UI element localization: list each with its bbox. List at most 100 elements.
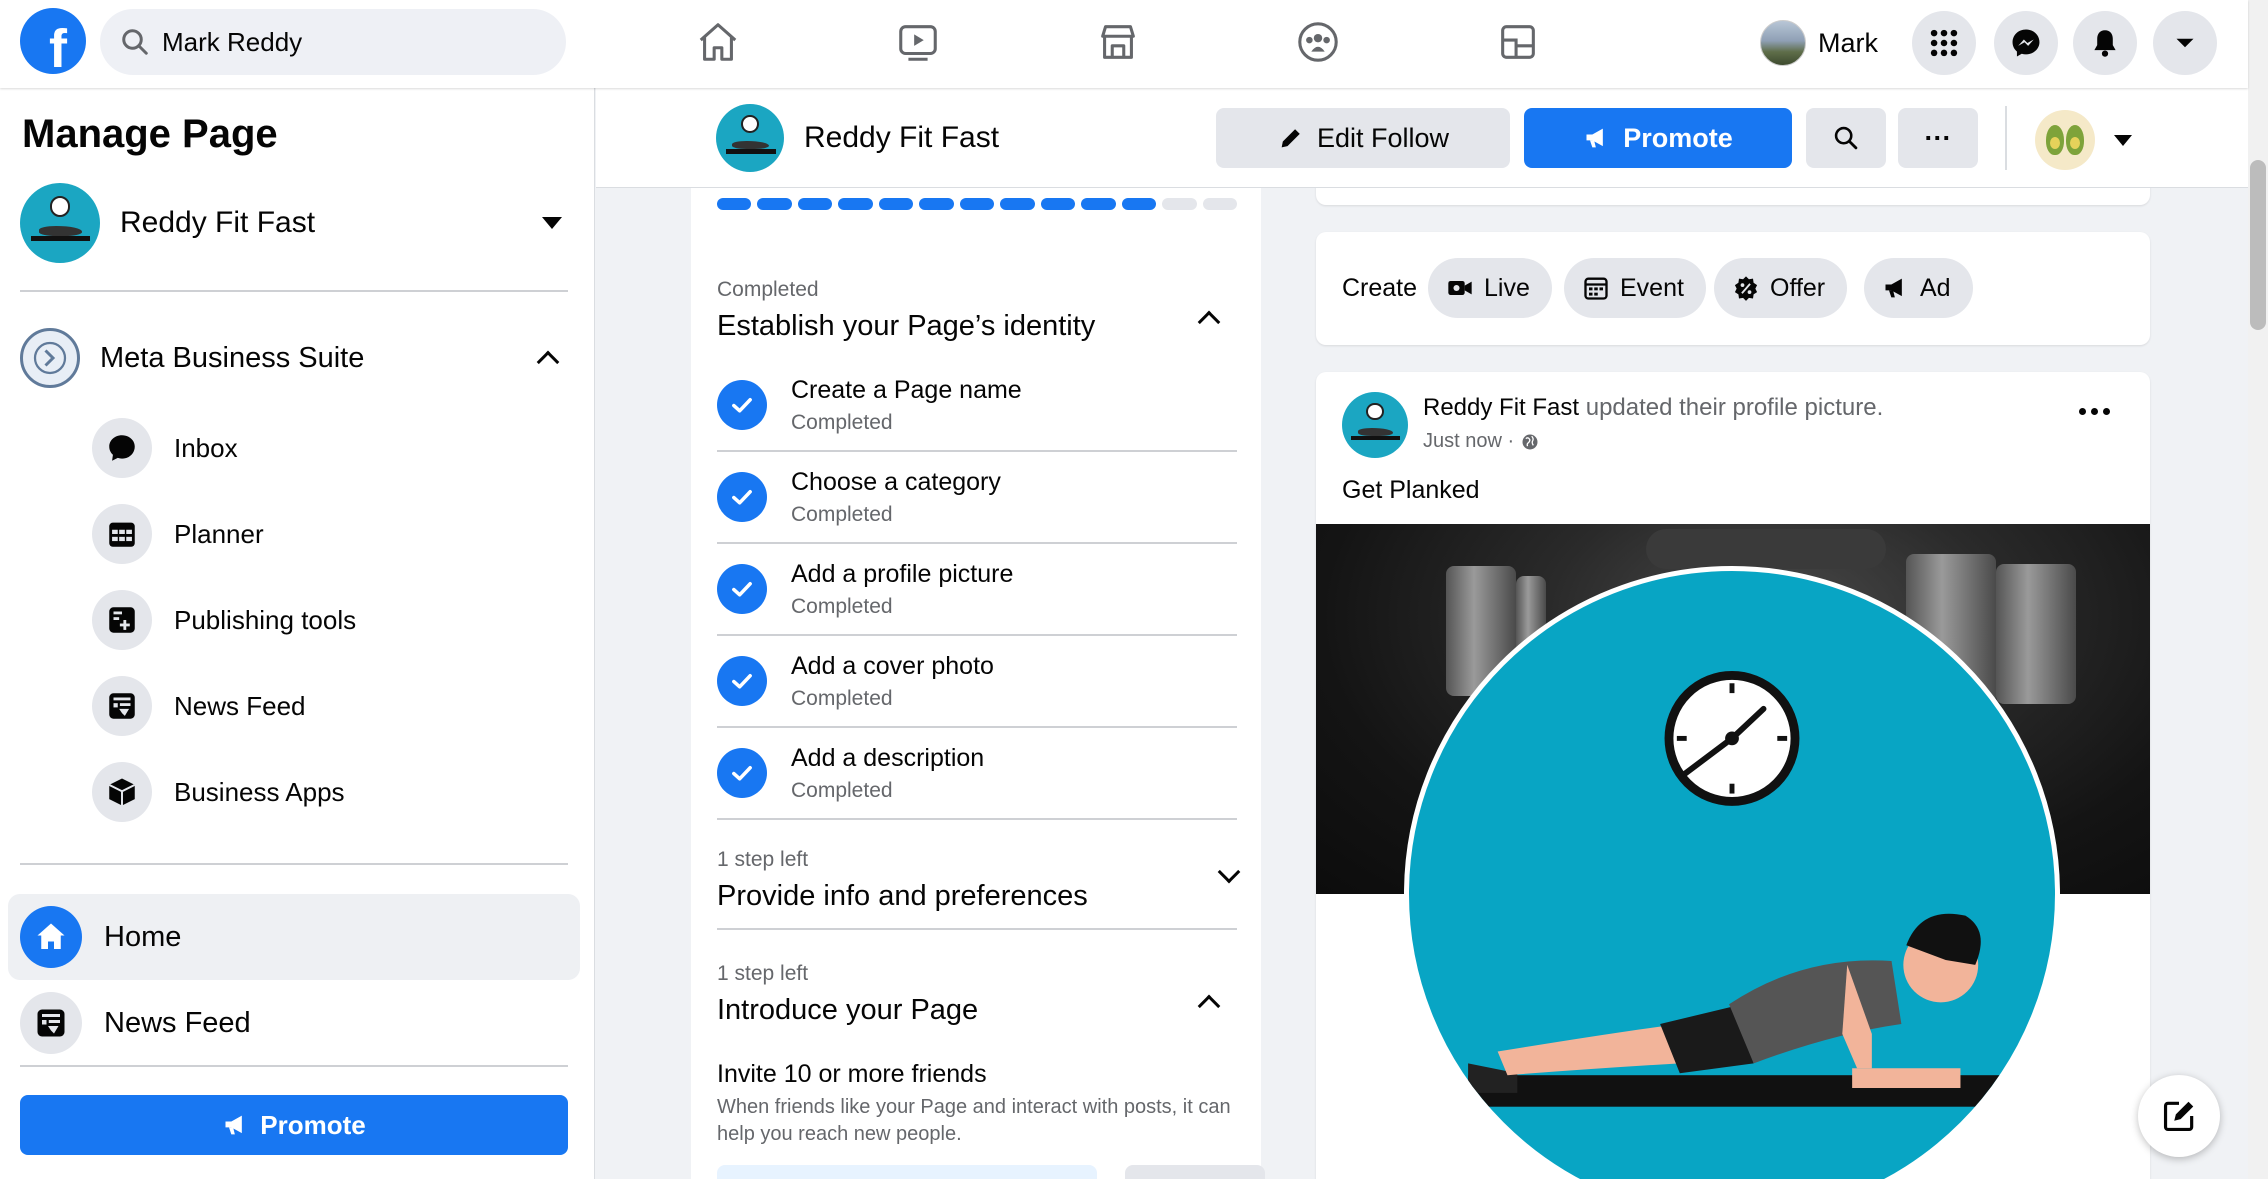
post-image[interactable] [1316, 524, 2150, 1179]
header-page-name: Reddy Fit Fast [804, 121, 1000, 154]
search-box[interactable] [100, 9, 566, 75]
page-search-button[interactable] [1806, 108, 1886, 168]
chat-bubble-icon [92, 418, 152, 478]
nav-home[interactable] [688, 14, 748, 70]
page-avatar [716, 104, 784, 172]
sidebar-item-inbox[interactable]: Inbox [92, 413, 562, 483]
progress-segment [1040, 198, 1076, 210]
divider [20, 290, 568, 292]
create-ad-button[interactable]: Ad [1864, 258, 1973, 318]
progress-segment [1121, 198, 1157, 210]
section-introduce-page[interactable]: 1 step left Introduce your Page [717, 962, 1257, 1027]
nav-groups[interactable] [1288, 14, 1348, 70]
checkmark-icon [717, 380, 767, 430]
sidebar-item-home[interactable]: Home [8, 894, 580, 980]
pill-label: Event [1620, 273, 1684, 302]
create-offer-button[interactable]: Offer [1714, 258, 1848, 318]
divider [20, 863, 568, 865]
section-title: Introduce your Page [717, 994, 979, 1026]
news-feed-icon [92, 676, 152, 736]
home-icon [699, 23, 737, 61]
sidebar-item-label: Inbox [174, 432, 238, 463]
section-establish-identity[interactable]: Completed Establish your Page’s identity [717, 278, 1257, 343]
video-camera-icon [1448, 281, 1472, 295]
marketplace-icon [1101, 25, 1135, 59]
nav-marketplace[interactable] [1088, 14, 1148, 70]
sidebar-item-news-feed[interactable]: News Feed [92, 671, 562, 741]
task-item[interactable]: Choose a category Completed [717, 452, 1237, 544]
page-switcher[interactable]: Reddy Fit Fast [20, 183, 570, 263]
sidebar-item-publishing-tools[interactable]: Publishing tools [92, 585, 562, 655]
megaphone-icon [1586, 128, 1604, 148]
section-provide-info[interactable]: 1 step left Provide info and preferences [717, 848, 1241, 930]
progress-segment [959, 198, 995, 210]
promote-button[interactable]: Promote [1524, 108, 1792, 168]
chevron-up-icon [536, 350, 560, 374]
progress-segment [878, 198, 914, 210]
skip-button[interactable] [1125, 1165, 1265, 1179]
create-event-button[interactable]: Event [1564, 258, 1706, 318]
messenger-button[interactable] [1994, 11, 2058, 75]
post-timestamp[interactable]: Just now · [1423, 430, 1540, 453]
page-setup-checklist: Completed Establish your Page’s identity… [691, 150, 1265, 1179]
nav-watch[interactable] [888, 14, 948, 70]
top-navigation-bar: f Mark [0, 0, 2248, 88]
meta-business-suite-toggle[interactable]: Meta Business Suite [20, 323, 570, 393]
post-author-name[interactable]: Reddy Fit Fast [1423, 394, 1579, 421]
sidebar-promote-button[interactable]: Promote [20, 1095, 568, 1155]
megaphone-icon [225, 1115, 243, 1135]
caret-down-icon [2176, 38, 2194, 48]
post-action: updated their profile picture. [1579, 394, 1884, 421]
progress-segment [838, 198, 873, 210]
promote-label: Promote [1623, 122, 1733, 153]
create-label: Create [1342, 274, 1418, 302]
progress-segment [1162, 198, 1197, 210]
edit-follow-button[interactable]: Edit Follow [1216, 108, 1510, 168]
task-title: Add a cover photo [791, 651, 994, 680]
notifications-button[interactable] [2073, 11, 2137, 75]
plank-illustration [1468, 670, 2000, 1107]
nav-gaming[interactable] [1488, 14, 1548, 70]
publishing-tools-icon [92, 590, 152, 650]
edit-follow-label: Edit Follow [1316, 122, 1450, 153]
compose-message-button[interactable] [2138, 1075, 2220, 1157]
task-item[interactable]: Add a description Completed [717, 728, 1237, 820]
pill-label: Live [1484, 273, 1530, 302]
search-input[interactable] [162, 26, 542, 58]
post-options-icon[interactable] [2079, 408, 2110, 415]
task-item[interactable]: Add a profile picture Completed [717, 544, 1237, 636]
pill-label: Offer [1770, 273, 1826, 302]
task-item[interactable]: Add a cover photo Completed [717, 636, 1237, 728]
sidebar-item-news-feed-main[interactable]: News Feed [8, 980, 580, 1066]
header-divider [2005, 106, 2007, 170]
progress-segment [797, 198, 833, 210]
megaphone-icon [1885, 278, 1902, 298]
facebook-logo[interactable]: f [20, 8, 86, 74]
invite-friends-title: Invite 10 or more friends [717, 1060, 987, 1088]
feed-post: Reddy Fit Fast updated their profile pic… [1316, 372, 2150, 1179]
caret-down-icon [542, 217, 562, 229]
home-icon [20, 906, 82, 968]
menu-button[interactable] [1912, 11, 1976, 75]
section-status: Completed [717, 278, 819, 301]
account-button[interactable] [2153, 11, 2217, 75]
user-avatar [1760, 20, 1806, 66]
create-live-button[interactable]: Live [1428, 258, 1552, 318]
manage-page-sidebar: Manage Page Reddy Fit Fast Meta Business… [0, 88, 595, 1179]
sidebar-item-business-apps[interactable]: Business Apps [92, 757, 562, 827]
acting-as-avatar[interactable] [2035, 110, 2095, 170]
sidebar-item-planner[interactable]: Planner [92, 499, 562, 569]
post-author-avatar[interactable] [1342, 392, 1408, 458]
task-item[interactable]: Create a Page name Completed [717, 360, 1237, 452]
scrollbar-thumb[interactable] [2250, 160, 2266, 330]
progress-segment [1202, 198, 1238, 210]
page-switcher-name: Reddy Fit Fast [120, 206, 316, 239]
sidebar-item-label: Business Apps [174, 776, 345, 807]
caret-down-icon[interactable] [2114, 135, 2132, 146]
invite-friends-button[interactable] [717, 1165, 1097, 1179]
sidebar-item-label: Planner [174, 518, 264, 549]
task-title: Create a Page name [791, 375, 1022, 404]
profile-chip[interactable]: Mark [1760, 16, 1878, 70]
more-options-button[interactable]: ··· [1898, 108, 1978, 168]
header-page-link[interactable]: Reddy Fit Fast [716, 104, 999, 172]
